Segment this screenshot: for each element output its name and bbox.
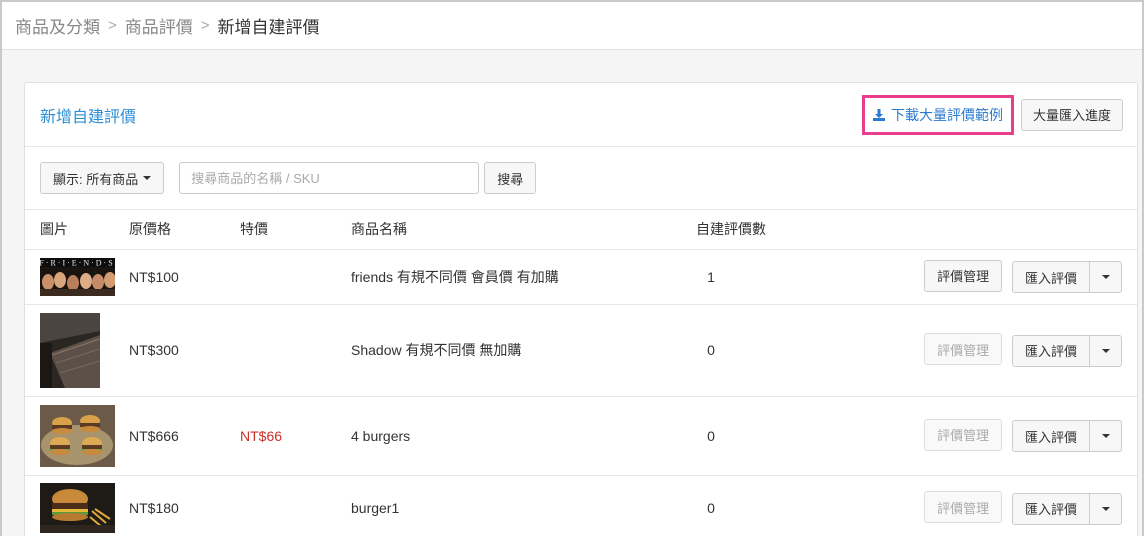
friends-thumbnail: F·R·I·E·N·D·S [40, 257, 115, 296]
download-sample-link[interactable]: 下載大量評價範例 [861, 94, 1014, 135]
price-cell: NT$300 [129, 304, 240, 397]
caret-down-icon [1101, 275, 1110, 280]
import-split-button: 匯入評價 [1011, 334, 1122, 367]
import-reviews-button[interactable]: 匯入評價 [1011, 420, 1090, 453]
column-review-count: 自建評價數 [651, 210, 771, 250]
search-input[interactable] [179, 162, 480, 194]
column-price: 原價格 [129, 210, 240, 250]
table-header-row: 圖片 原價格 特價 商品名稱 自建評價數 [25, 210, 1137, 250]
import-split-button: 匯入評價 [1011, 420, 1122, 453]
caret-down-icon [1101, 506, 1110, 511]
import-progress-button[interactable]: 大量匯入進度 [1020, 98, 1123, 131]
special-price-cell [240, 249, 351, 305]
caret-down-icon [143, 176, 152, 180]
breadcrumb-separator: > [200, 17, 210, 34]
product-name-cell: Shadow 有規不同價 無加購 [351, 304, 651, 397]
breadcrumb-reviews[interactable]: 商品評價 [125, 13, 193, 38]
column-actions [771, 210, 1137, 250]
burgers-thumbnail [40, 404, 115, 467]
price-cell: NT$180 [129, 475, 240, 536]
review-count-cell: 0 [651, 396, 771, 476]
breadcrumb: 商品及分類 > 商品評價 > 新增自建評價 [2, 2, 1142, 50]
import-split-button: 匯入評價 [1011, 261, 1122, 294]
import-split-button: 匯入評價 [1011, 492, 1122, 525]
import-dropdown-toggle[interactable] [1090, 334, 1122, 367]
price-cell: NT$666 [129, 396, 240, 476]
reviews-panel: 新增自建評價 下載大量評價範例 大量匯入進度 顯示: 所有商品 搜尋 圖片 [24, 82, 1138, 536]
product-filter-dropdown[interactable]: 顯示: 所有商品 [40, 162, 165, 194]
products-table: 圖片 原價格 特價 商品名稱 自建評價數 F·R·I·E·N·D·S NT$10… [25, 210, 1137, 536]
manage-reviews-button[interactable]: 評價管理 [924, 259, 1003, 292]
app-frame: 商品及分類 > 商品評價 > 新增自建評價 新增自建評價 下載大量評價範例 大量… [0, 0, 1144, 536]
page-title: 新增自建評價 [40, 108, 137, 126]
column-image: 圖片 [25, 210, 129, 250]
table-row: NT$300 Shadow 有規不同價 無加購 0 評價管理 匯入評價 [25, 304, 1137, 397]
import-reviews-button[interactable]: 匯入評價 [1011, 261, 1090, 294]
special-price-cell: NT$66 [240, 396, 351, 476]
manage-reviews-button: 評價管理 [924, 491, 1003, 524]
table-row: NT$666 NT$66 4 burgers 0 評價管理 匯入評價 [25, 396, 1137, 476]
burger-thumbnail [40, 483, 115, 533]
import-dropdown-toggle[interactable] [1090, 420, 1122, 453]
table-row: NT$180 burger1 0 評價管理 匯入評價 [25, 475, 1137, 536]
import-dropdown-toggle[interactable] [1090, 261, 1122, 294]
product-filter-label: 顯示: 所有商品 [53, 171, 139, 187]
svg-text:F·R·I·E·N·D·S: F·R·I·E·N·D·S [40, 258, 115, 267]
manage-reviews-button: 評價管理 [924, 333, 1003, 366]
column-special: 特價 [240, 210, 351, 250]
download-icon [872, 108, 885, 121]
import-reviews-button[interactable]: 匯入評價 [1011, 492, 1090, 525]
product-name-cell: burger1 [351, 475, 651, 536]
breadcrumb-separator: > [108, 17, 117, 34]
table-row: F·R·I·E·N·D·S NT$100 friends 有規不同價 會員價 有 [25, 249, 1137, 305]
breadcrumb-current: 新增自建評價 [217, 18, 320, 37]
review-count-cell: 0 [651, 304, 771, 397]
search-button[interactable]: 搜尋 [484, 162, 537, 194]
breadcrumb-products[interactable]: 商品及分類 [15, 13, 100, 38]
shadow-thumbnail [40, 312, 100, 388]
import-reviews-button[interactable]: 匯入評價 [1011, 334, 1090, 367]
special-price-cell [240, 304, 351, 397]
review-count-cell: 1 [651, 249, 771, 305]
import-dropdown-toggle[interactable] [1090, 492, 1122, 525]
caret-down-icon [1101, 348, 1110, 353]
price-cell: NT$100 [129, 249, 240, 305]
column-name: 商品名稱 [351, 210, 651, 250]
download-sample-label: 下載大量評價範例 [890, 106, 1003, 123]
review-count-cell: 0 [651, 475, 771, 536]
product-name-cell: friends 有規不同價 會員價 有加購 [351, 249, 651, 305]
panel-header: 新增自建評價 下載大量評價範例 大量匯入進度 [25, 83, 1137, 147]
product-name-cell: 4 burgers [351, 396, 651, 476]
manage-reviews-button: 評價管理 [924, 418, 1003, 451]
caret-down-icon [1101, 434, 1110, 439]
filter-toolbar: 顯示: 所有商品 搜尋 [25, 147, 1137, 210]
special-price-cell [240, 475, 351, 536]
